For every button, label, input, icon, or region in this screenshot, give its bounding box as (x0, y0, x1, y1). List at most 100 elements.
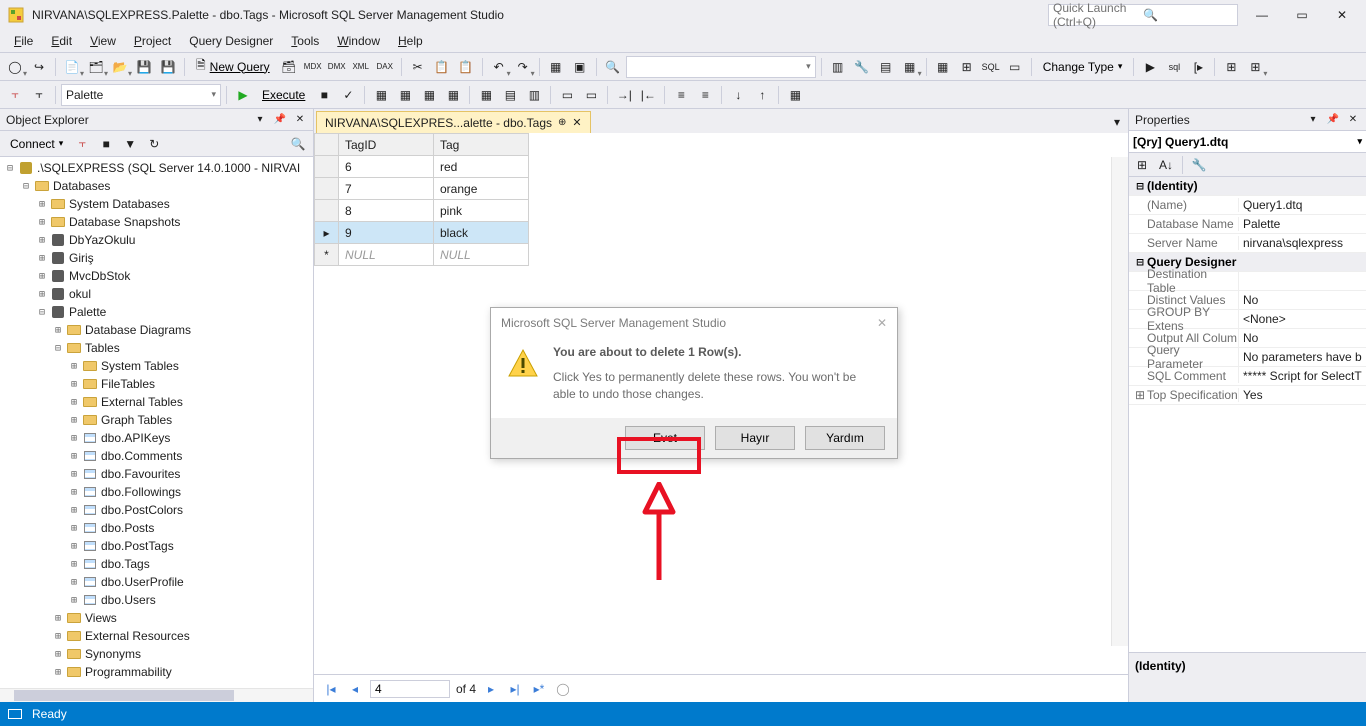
expand-icon[interactable]: ⊞ (66, 361, 82, 372)
table-row[interactable]: 6red (315, 156, 529, 178)
menu-view[interactable]: View (82, 32, 124, 50)
add-derived-icon[interactable]: ⊞ (1244, 56, 1266, 78)
col-header[interactable]: Tag (434, 134, 529, 156)
sql-pane-icon[interactable]: SQL (980, 56, 1002, 78)
expand-icon[interactable]: ⊞ (66, 433, 82, 444)
horizontal-scrollbar[interactable] (0, 688, 313, 702)
table-row-new[interactable]: *NULLNULL (315, 244, 529, 266)
open-button[interactable]: 📂 (109, 56, 131, 78)
expand-icon[interactable]: ⊞ (66, 397, 82, 408)
prop-row[interactable]: (Name)Query1.dtq (1129, 196, 1366, 215)
menu-window[interactable]: Window (329, 32, 388, 50)
nav-back-button[interactable]: ◯ (4, 56, 26, 78)
find-combo[interactable] (626, 56, 816, 78)
tree-table[interactable]: dbo.Posts (101, 521, 154, 535)
tree-item[interactable]: Database Snapshots (69, 215, 180, 229)
copy-button[interactable]: 📋 (431, 56, 453, 78)
db-engine-query-icon[interactable]: 🗃 (278, 56, 300, 78)
menu-query-designer[interactable]: Query Designer (181, 32, 281, 50)
tree-item[interactable]: Synonyms (85, 647, 141, 661)
nav-first-icon[interactable]: |◂ (322, 682, 340, 696)
dialog-no-button[interactable]: Hayır (715, 426, 795, 450)
tree-db[interactable]: MvcDbStok (69, 269, 130, 283)
tree-table[interactable]: dbo.Users (101, 593, 156, 607)
execute-button[interactable]: Execute (256, 84, 311, 106)
as-mdx-icon[interactable]: MDX (302, 56, 324, 78)
collapse-icon[interactable]: ⊟ (2, 163, 18, 174)
results-file-icon[interactable]: ▥ (523, 84, 545, 106)
expand-icon[interactable]: ⊞ (66, 541, 82, 552)
add-groupby-icon[interactable]: [▸ (1187, 56, 1209, 78)
blank-pane-icon[interactable]: ▭ (1004, 56, 1026, 78)
expand-icon[interactable]: ⊞ (66, 487, 82, 498)
plan2-icon[interactable]: ▦ (394, 84, 416, 106)
nav-prev-icon[interactable]: ◂ (346, 682, 364, 696)
misc-icon[interactable]: ▦ (784, 84, 806, 106)
table-row-selected[interactable]: ▸9black (315, 222, 529, 244)
connect-button[interactable]: Connect▾ (4, 133, 69, 155)
expand-icon[interactable]: ⊞ (66, 379, 82, 390)
as-dax-icon[interactable]: DAX (374, 56, 396, 78)
expand-icon[interactable]: ⊞ (34, 199, 50, 210)
dialog-close-icon[interactable]: ✕ (877, 316, 887, 330)
disconnect-icon[interactable]: ⫟ (71, 133, 93, 155)
new-item-button[interactable]: 📄 (61, 56, 83, 78)
prop-category[interactable]: ⊟(Identity) (1129, 177, 1366, 196)
expand-icon[interactable]: ⊞ (34, 289, 50, 300)
wrench-icon[interactable]: 🔧 (851, 56, 873, 78)
outdent-icon[interactable]: |← (637, 84, 659, 106)
tree-table[interactable]: dbo.Comments (101, 449, 182, 463)
data-grid[interactable]: TagIDTag 6red 7orange 8pink ▸9black *NUL… (314, 133, 529, 266)
minimize-button[interactable]: — (1246, 4, 1278, 26)
dropdown-icon[interactable]: ▾ (253, 113, 267, 127)
dialog-yes-button[interactable]: Evet (625, 426, 705, 450)
filter-oe-icon[interactable]: ▼ (119, 133, 141, 155)
expand-icon[interactable]: ⊞ (50, 649, 66, 660)
property-pages-icon[interactable]: 🔧 (1188, 154, 1210, 176)
parse-button[interactable]: ✓ (337, 84, 359, 106)
nav-stop-icon[interactable]: ◯ (554, 682, 572, 696)
tree-item[interactable]: System Databases (69, 197, 170, 211)
close-tab-icon[interactable]: ✕ (572, 116, 581, 129)
expand-icon[interactable]: ⊞ (66, 505, 82, 516)
dropdown-icon[interactable]: ▾ (1306, 113, 1320, 127)
tree-table[interactable]: dbo.PostColors (101, 503, 183, 517)
nav-new-icon[interactable]: ▸* (530, 682, 548, 696)
tree-table[interactable]: dbo.APIKeys (101, 431, 170, 445)
specify-icon[interactable]: ≡ (670, 84, 692, 106)
close-button[interactable]: ✕ (1326, 4, 1358, 26)
search-oe-icon[interactable]: 🔍 (287, 133, 309, 155)
tree-item[interactable]: System Tables (101, 359, 179, 373)
plan4-icon[interactable]: ▦ (442, 84, 464, 106)
collapse-icon[interactable]: ⊟ (50, 343, 66, 354)
col-header[interactable]: TagID (339, 134, 434, 156)
tree-server[interactable]: .\SQLEXPRESS (SQL Server 14.0.1000 - NIR… (37, 161, 300, 175)
plan3-icon[interactable]: ▦ (418, 84, 440, 106)
pin-icon[interactable]: ⊕ (558, 117, 566, 128)
expand-icon[interactable]: ⊞ (34, 235, 50, 246)
nav-fwd-button[interactable]: ↪ (28, 56, 50, 78)
tree-db[interactable]: Giriş (69, 251, 94, 265)
uncomment-icon[interactable]: ▭ (580, 84, 602, 106)
prop-row[interactable]: Server Namenirvana\sqlexpress (1129, 234, 1366, 253)
expand-icon[interactable]: ⊞ (34, 217, 50, 228)
sort-asc-icon[interactable]: ↓ (727, 84, 749, 106)
prop-row[interactable]: SQL Comment***** Script for SelectT (1129, 367, 1366, 386)
show-diagram-icon[interactable]: ▦ (932, 56, 954, 78)
prop-row[interactable]: Query ParameterNo parameters have b (1129, 348, 1366, 367)
tree-databases[interactable]: Databases (53, 179, 110, 193)
cut-button[interactable]: ✂ (407, 56, 429, 78)
as-xmla-icon[interactable]: XML (350, 56, 372, 78)
specify2-icon[interactable]: ≡ (694, 84, 716, 106)
nav-last-icon[interactable]: ▸| (506, 682, 524, 696)
expand-icon[interactable]: ⊞ (50, 325, 66, 336)
dialog-title-bar[interactable]: Microsoft SQL Server Management Studio ✕ (491, 308, 897, 338)
plan-icon[interactable]: ▦ (370, 84, 392, 106)
paste-button[interactable]: 📋 (455, 56, 477, 78)
menu-tools[interactable]: Tools (283, 32, 327, 50)
tree-item[interactable]: External Tables (101, 395, 183, 409)
tree-item[interactable]: External Resources (85, 629, 190, 643)
find-icon[interactable]: 🔍 (602, 56, 624, 78)
tree-table[interactable]: dbo.Favourites (101, 467, 180, 481)
show-grid-icon[interactable]: ⊞ (956, 56, 978, 78)
